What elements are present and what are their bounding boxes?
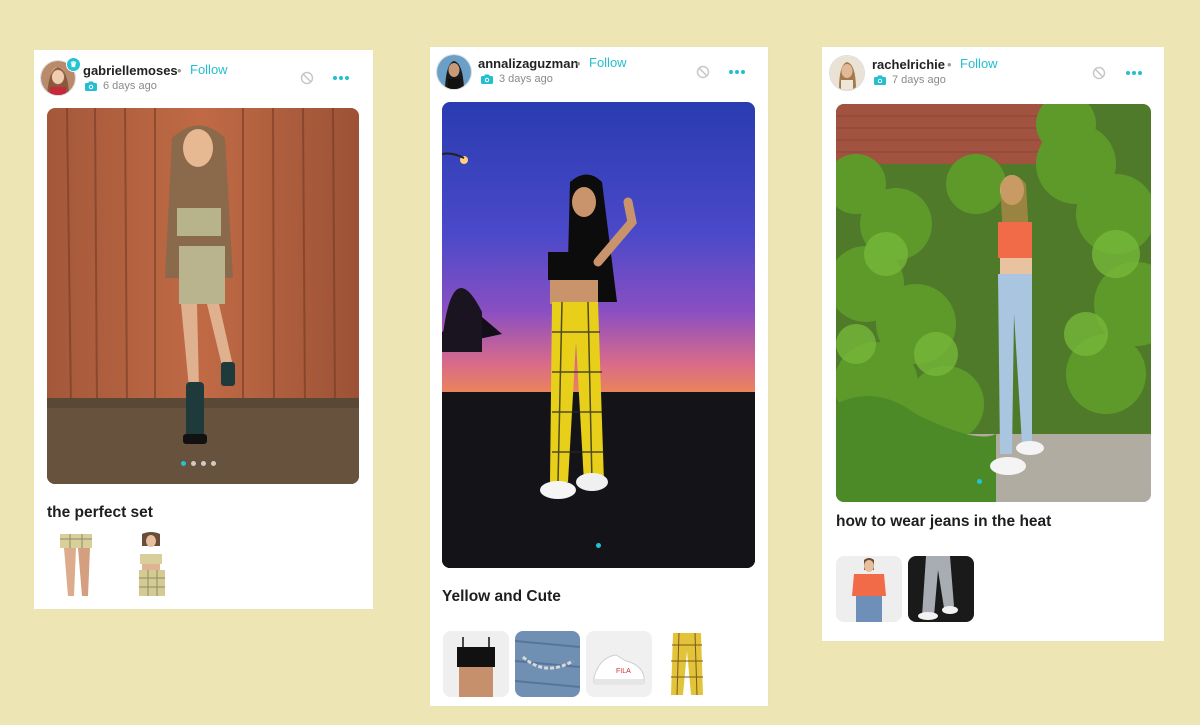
post-card-annalizaguzman: annalizaguzman • Follow 3 days ago Yello… (430, 47, 768, 706)
carousel-dot[interactable] (201, 461, 206, 466)
post-photo[interactable] (442, 102, 755, 568)
block-icon[interactable] (300, 71, 314, 85)
block-icon[interactable] (1092, 66, 1106, 80)
verified-badge-icon: ♛ (66, 57, 81, 72)
post-time: 6 days ago (103, 80, 157, 92)
product-thumbnail[interactable] (443, 631, 509, 697)
carousel-indicator (977, 479, 982, 484)
carousel-dot[interactable] (211, 461, 216, 466)
timestamp-row: 3 days ago (481, 73, 553, 85)
follow-button[interactable]: Follow (190, 62, 228, 77)
post-header: rachelrichie • Follow 7 days ago (822, 47, 1164, 105)
carousel-dot[interactable] (181, 461, 186, 466)
post-caption: how to wear jeans in the heat (836, 513, 1052, 530)
product-thumbnail[interactable] (665, 631, 709, 699)
post-header: ♛ gabriellemoses • Follow 6 days ago (34, 50, 373, 108)
product-thumbnail[interactable] (128, 532, 174, 600)
timestamp-row: 7 days ago (874, 74, 946, 86)
separator: • (947, 57, 952, 72)
carousel-indicator (181, 461, 216, 466)
post-header: annalizaguzman • Follow 3 days ago (430, 47, 768, 105)
more-options-icon[interactable] (1125, 70, 1143, 76)
more-options-icon[interactable] (728, 69, 746, 75)
more-options-icon[interactable] (332, 75, 350, 81)
product-thumbnail[interactable] (515, 631, 580, 697)
username[interactable]: rachelrichie (872, 57, 945, 72)
svg-text:FILA: FILA (616, 668, 631, 675)
follow-button[interactable]: Follow (960, 56, 998, 71)
avatar[interactable] (829, 55, 865, 91)
camera-icon (85, 81, 97, 91)
post-card-rachelrichie: rachelrichie • Follow 7 days ago how to … (822, 47, 1164, 641)
product-thumbnail[interactable]: FILA (586, 631, 652, 697)
username[interactable]: annalizaguzman (478, 56, 578, 71)
carousel-dot[interactable] (977, 479, 982, 484)
camera-icon (481, 74, 493, 84)
block-icon[interactable] (696, 65, 710, 79)
product-thumbnail[interactable] (54, 532, 98, 600)
carousel-dot[interactable] (596, 543, 601, 548)
post-caption: the perfect set (47, 504, 153, 521)
post-card-gabriellemoses: ♛ gabriellemoses • Follow 6 days ago the… (34, 50, 373, 609)
avatar[interactable] (436, 54, 472, 90)
follow-button[interactable]: Follow (589, 55, 627, 70)
post-time: 7 days ago (892, 74, 946, 86)
separator: • (576, 56, 581, 71)
post-photo[interactable] (836, 104, 1151, 502)
product-thumbnail[interactable] (836, 556, 902, 622)
carousel-dot[interactable] (191, 461, 196, 466)
product-thumbnail[interactable] (908, 556, 974, 622)
camera-icon (874, 75, 886, 85)
post-caption: Yellow and Cute (442, 588, 561, 605)
post-photo[interactable] (47, 108, 359, 484)
carousel-indicator (596, 543, 601, 548)
separator: • (177, 63, 182, 78)
post-time: 3 days ago (499, 73, 553, 85)
username[interactable]: gabriellemoses (83, 63, 178, 78)
timestamp-row: 6 days ago (85, 80, 157, 92)
